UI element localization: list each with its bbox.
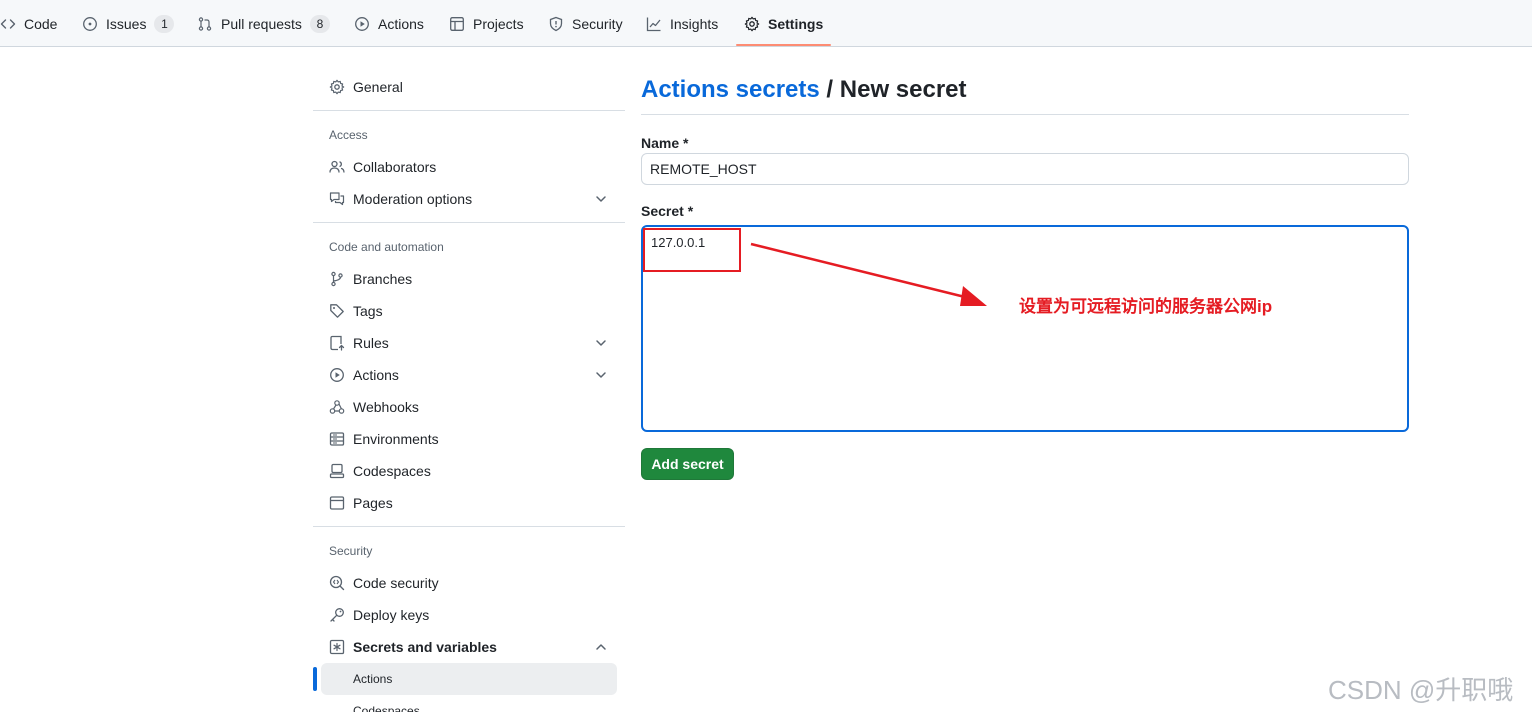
- tab-code-label: Code: [24, 15, 58, 32]
- tab-issues-label: Issues: [106, 15, 147, 32]
- repo-nav: Code Issues 1 Pull requests 8 Actions Pr…: [0, 0, 1532, 47]
- sidebar-item-environments[interactable]: Environments: [329, 427, 439, 451]
- sidebar-subitem-codespaces[interactable]: Codespaces: [321, 695, 617, 712]
- secret-label: Secret *: [641, 203, 694, 219]
- sidebar-item-label: Webhooks: [353, 399, 419, 415]
- page-title: Actions secrets / New secret: [641, 76, 967, 104]
- sidebar-item-label: General: [353, 79, 403, 95]
- codescan-icon: [329, 575, 345, 591]
- shield-icon: [548, 16, 564, 32]
- sidebar-item-label: Actions: [353, 367, 399, 383]
- tab-pull-requests[interactable]: Pull requests 8: [197, 0, 330, 47]
- tab-projects-label: Projects: [473, 15, 524, 32]
- table-icon: [449, 16, 465, 32]
- breadcrumb-actions-secrets[interactable]: Actions secrets: [641, 76, 820, 103]
- git-branch-icon: [329, 271, 345, 287]
- sidebar-item-label: Branches: [353, 271, 413, 287]
- server-icon: [329, 431, 345, 447]
- tab-settings-label: Settings: [768, 15, 824, 32]
- issue-icon: [82, 16, 98, 32]
- sidebar-item-label: Collaborators: [353, 159, 437, 175]
- title-divider: [641, 114, 1409, 115]
- codespaces-icon: [329, 463, 345, 479]
- secret-name-input[interactable]: [641, 153, 1409, 185]
- sidebar-item-moderation-options[interactable]: Moderation options: [329, 187, 472, 211]
- page-title-current: New secret: [839, 76, 967, 103]
- play-icon: [329, 367, 345, 383]
- sidebar-item-label: Tags: [353, 303, 383, 319]
- annotation-text: 设置为可远程访问的服务器公网ip: [1019, 297, 1273, 316]
- sidebar-item-label: Code security: [353, 575, 439, 591]
- sidebar-subitem-actions[interactable]: Actions: [321, 663, 617, 695]
- sidebar-item-label: Deploy keys: [353, 607, 430, 623]
- sidebar-item-label: Environments: [353, 431, 439, 447]
- sidebar-item-general[interactable]: General: [329, 75, 403, 99]
- watermark: CSDN @升职哦: [1328, 675, 1514, 705]
- sidebar-item-pages[interactable]: Pages: [329, 491, 393, 515]
- comment-discussion-icon: [329, 191, 345, 207]
- chevron-down-icon[interactable]: [593, 191, 609, 207]
- sidebar-item-label: Codespaces: [353, 463, 431, 479]
- chevron-up-icon[interactable]: [593, 639, 609, 655]
- tab-pull-requests-label: Pull requests: [221, 15, 302, 32]
- people-icon: [329, 159, 345, 175]
- sidebar-item-label: Secrets and variables: [353, 639, 497, 655]
- tab-security-label: Security: [572, 15, 623, 32]
- sidebar-item-webhooks[interactable]: Webhooks: [329, 395, 419, 419]
- key-icon: [329, 607, 345, 623]
- annotation-arrow-icon: [750, 242, 987, 306]
- sidebar-item-deploy-keys[interactable]: Deploy keys: [329, 603, 429, 627]
- tab-insights[interactable]: Insights: [646, 0, 718, 47]
- key-asterisk-icon: [329, 639, 345, 655]
- code-icon: [0, 16, 16, 32]
- active-indicator: [313, 667, 317, 691]
- sidebar-item-label: Rules: [353, 335, 389, 351]
- add-secret-button[interactable]: Add secret: [641, 448, 734, 480]
- sidebar-heading-code-automation: Code and automation: [329, 240, 444, 254]
- play-icon: [354, 16, 370, 32]
- sidebar-divider: [313, 526, 625, 527]
- sidebar-item-branches[interactable]: Branches: [329, 267, 412, 291]
- tab-security[interactable]: Security: [548, 0, 623, 47]
- sidebar-item-actions[interactable]: Actions: [329, 363, 399, 387]
- sidebar-item-code-security[interactable]: Code security: [329, 571, 439, 595]
- pull-requests-counter: 8: [309, 14, 330, 33]
- tab-issues[interactable]: Issues 1: [82, 0, 175, 47]
- graph-icon: [646, 16, 662, 32]
- sidebar-item-collaborators[interactable]: Collaborators: [329, 155, 436, 179]
- tab-actions[interactable]: Actions: [354, 0, 424, 47]
- sidebar-heading-security: Security: [329, 544, 373, 558]
- sidebar-item-label: Moderation options: [353, 191, 473, 207]
- gear-icon: [744, 16, 760, 32]
- gear-icon: [329, 79, 345, 95]
- tag-icon: [329, 303, 345, 319]
- tab-actions-label: Actions: [378, 15, 424, 32]
- chevron-down-icon[interactable]: [593, 367, 609, 383]
- tab-insights-label: Insights: [670, 15, 719, 32]
- sidebar-heading-access: Access: [329, 128, 368, 142]
- pull-request-icon: [197, 16, 213, 32]
- issues-counter: 1: [154, 14, 175, 33]
- breadcrumb-separator: /: [819, 76, 840, 103]
- sidebar-item-secrets-and-variables[interactable]: Secrets and variables: [329, 635, 497, 659]
- chevron-down-icon[interactable]: [593, 335, 609, 351]
- browser-icon: [329, 495, 345, 511]
- annotation-highlight-box: [643, 228, 741, 272]
- name-label: Name *: [641, 135, 689, 151]
- tab-projects[interactable]: Projects: [449, 0, 524, 47]
- tab-code[interactable]: Code: [0, 0, 57, 47]
- sidebar-item-rules[interactable]: Rules: [329, 331, 389, 355]
- repo-push-icon: [329, 335, 345, 351]
- sidebar-divider: [313, 110, 625, 111]
- sidebar-item-codespaces[interactable]: Codespaces: [329, 459, 431, 483]
- webhook-icon: [329, 399, 345, 415]
- sidebar-item-label: Pages: [353, 495, 393, 511]
- tab-settings[interactable]: Settings: [735, 0, 832, 47]
- sidebar-divider: [313, 222, 625, 223]
- sidebar-item-tags[interactable]: Tags: [329, 299, 383, 323]
